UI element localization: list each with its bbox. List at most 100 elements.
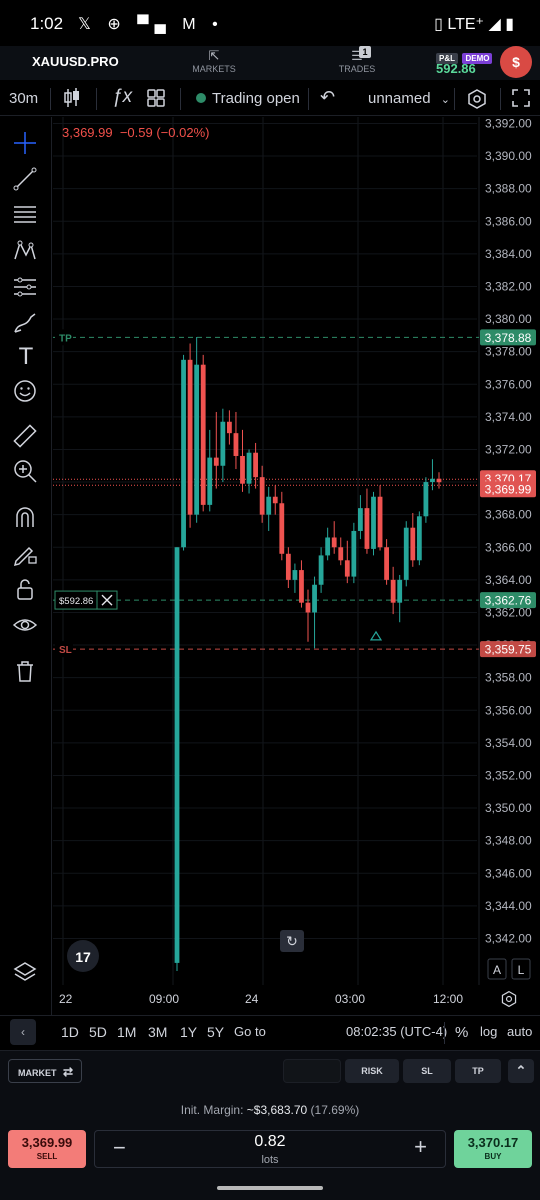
system-status-bar: 1:02 𝕏 ⊕ ▀▄ M • ▯ LTE⁺ ◢ ▮ bbox=[0, 0, 540, 46]
range-bar: ‹ 1D 5D 1M 3M 1Y 5Y Go to 08:02:35 (UTC-… bbox=[0, 1015, 540, 1047]
range-1m[interactable]: 1M bbox=[117, 1024, 136, 1040]
price-tick-label: 3,384.00 bbox=[485, 247, 532, 261]
candle-type-icon[interactable] bbox=[62, 87, 82, 113]
log-scale-button[interactable]: L bbox=[518, 963, 525, 977]
auto-toggle[interactable]: auto bbox=[507, 1024, 532, 1039]
trades-icon: ☰ bbox=[351, 48, 363, 63]
candle-body bbox=[312, 584, 317, 613]
candle-body bbox=[194, 364, 200, 515]
price-tick-label: 3,348.00 bbox=[485, 834, 532, 848]
range-1y[interactable]: 1Y bbox=[180, 1024, 197, 1040]
toolbar-divider bbox=[454, 88, 455, 110]
tp-button[interactable]: TP bbox=[455, 1059, 501, 1083]
candle-body bbox=[331, 537, 337, 548]
visibility-icon[interactable] bbox=[11, 611, 41, 641]
candle-body bbox=[351, 530, 357, 577]
ohlc-price: 3,369.99 bbox=[62, 125, 113, 140]
lot-value[interactable]: 0.82 bbox=[95, 1133, 445, 1151]
candle-body bbox=[371, 496, 376, 549]
layers-icon[interactable] bbox=[11, 959, 41, 989]
risk-button[interactable]: RISK bbox=[345, 1059, 399, 1083]
time-axis[interactable]: 22 09:00 24 03:00 12:00 bbox=[53, 985, 540, 1015]
plus-icon[interactable]: + bbox=[414, 1134, 427, 1160]
clock[interactable]: 08:02:35 (UTC-4) bbox=[346, 1024, 447, 1039]
swap-icon: ⇄ bbox=[63, 1065, 74, 1079]
trading-status: Trading open bbox=[196, 90, 300, 107]
range-1d[interactable]: 1D bbox=[61, 1024, 79, 1040]
candle-body bbox=[403, 527, 409, 580]
zoom-in-icon[interactable] bbox=[11, 457, 41, 487]
drawing-tools-sidebar: T bbox=[0, 117, 52, 1015]
pattern-icon[interactable] bbox=[11, 237, 41, 267]
settings-icon[interactable] bbox=[466, 88, 488, 114]
brush-icon[interactable] bbox=[11, 309, 41, 339]
sl-button[interactable]: SL bbox=[403, 1059, 451, 1083]
markets-button[interactable]: ⇱ MARKETS bbox=[190, 48, 238, 74]
expand-chevron-up-icon[interactable]: ⌃ bbox=[508, 1059, 534, 1083]
trash-icon[interactable] bbox=[11, 657, 41, 687]
forecast-icon[interactable] bbox=[11, 273, 41, 303]
unlock-icon[interactable] bbox=[11, 575, 41, 605]
toolbar-divider bbox=[50, 88, 51, 110]
candle-body bbox=[279, 503, 285, 554]
empty-field[interactable] bbox=[283, 1059, 341, 1083]
price-tick-label: 3,378.00 bbox=[485, 345, 532, 359]
lot-size-stepper[interactable]: − 0.82 lots + bbox=[94, 1130, 446, 1168]
chart-settings-icon[interactable] bbox=[500, 990, 518, 1013]
percent-toggle[interactable]: % bbox=[455, 1024, 468, 1041]
sl-tag: SL bbox=[59, 645, 72, 656]
trades-button[interactable]: ☰ TRADES bbox=[334, 48, 380, 74]
reset-view-icon[interactable]: ↻ bbox=[286, 934, 298, 950]
auto-scale-button[interactable]: A bbox=[493, 963, 501, 977]
notification-icons: 𝕏 ⊕ ▀▄ M • bbox=[78, 16, 224, 33]
trend-line-icon[interactable] bbox=[11, 165, 41, 195]
candle-body bbox=[200, 364, 206, 505]
order-type-selector[interactable]: MARKET ⇄ bbox=[8, 1059, 82, 1083]
buy-price: 3,370.17 bbox=[467, 1135, 519, 1150]
collapse-chevron-left-icon[interactable]: ‹ bbox=[10, 1019, 36, 1045]
templates-icon[interactable] bbox=[146, 88, 166, 112]
account-avatar[interactable]: $ bbox=[500, 46, 532, 78]
tp-tag: TP bbox=[59, 333, 72, 344]
margin-label: Init. Margin: bbox=[180, 1103, 244, 1117]
price-chart[interactable]: 3,392.00 3,390.00 3,388.00 3,386.00 3,384.00… bbox=[53, 117, 540, 1015]
toolbar-divider bbox=[444, 1022, 445, 1044]
candle-body bbox=[397, 579, 403, 603]
price-tick-label: 3,382.00 bbox=[485, 279, 532, 293]
candle-body bbox=[416, 516, 422, 561]
price-tick-label: 3,354.00 bbox=[485, 736, 532, 750]
price-tick-label: 3,366.00 bbox=[485, 540, 532, 554]
text-icon[interactable]: T bbox=[11, 343, 41, 373]
emoji-icon[interactable] bbox=[11, 377, 41, 407]
layout-selector[interactable]: unnamed ⌄ bbox=[368, 90, 450, 107]
buy-button[interactable]: 3,370.17 BUY bbox=[454, 1130, 532, 1168]
lock-drawing-icon[interactable] bbox=[11, 539, 41, 569]
fib-lines-icon[interactable] bbox=[11, 201, 41, 231]
price-tag-label: 3,362.76 bbox=[485, 594, 532, 608]
range-5y[interactable]: 5Y bbox=[207, 1024, 224, 1040]
log-toggle[interactable]: log bbox=[480, 1024, 497, 1039]
range-5d[interactable]: 5D bbox=[89, 1024, 107, 1040]
candles bbox=[174, 336, 442, 972]
undo-icon[interactable]: ↶ bbox=[320, 87, 335, 108]
price-tick-label: 3,358.00 bbox=[485, 671, 532, 685]
sell-button[interactable]: 3,369.99 SELL bbox=[8, 1130, 86, 1168]
price-tick-label: 3,350.00 bbox=[485, 801, 532, 815]
interval-selector[interactable]: 30m bbox=[9, 90, 38, 107]
candle-body bbox=[285, 553, 291, 580]
price-tag-label: 3,378.88 bbox=[485, 331, 532, 345]
crosshair-icon[interactable] bbox=[11, 129, 41, 159]
candle-body bbox=[187, 359, 193, 515]
candle-body bbox=[240, 455, 245, 484]
range-3m[interactable]: 3M bbox=[148, 1024, 167, 1040]
ruler-icon[interactable] bbox=[11, 422, 41, 452]
indicators-icon[interactable]: ƒx bbox=[112, 86, 132, 108]
magnet-icon[interactable] bbox=[11, 503, 41, 533]
toolbar-divider bbox=[308, 88, 309, 110]
candle-body bbox=[318, 555, 324, 585]
goto-button[interactable]: Go to bbox=[234, 1024, 266, 1039]
price-axis: 3,392.00 3,390.00 3,388.00 3,386.00 3,384.00… bbox=[485, 117, 532, 945]
fullscreen-icon[interactable] bbox=[512, 89, 530, 111]
trading-status-label: Trading open bbox=[212, 90, 300, 107]
symbol-title[interactable]: XAUUSD.PRO bbox=[32, 54, 119, 69]
